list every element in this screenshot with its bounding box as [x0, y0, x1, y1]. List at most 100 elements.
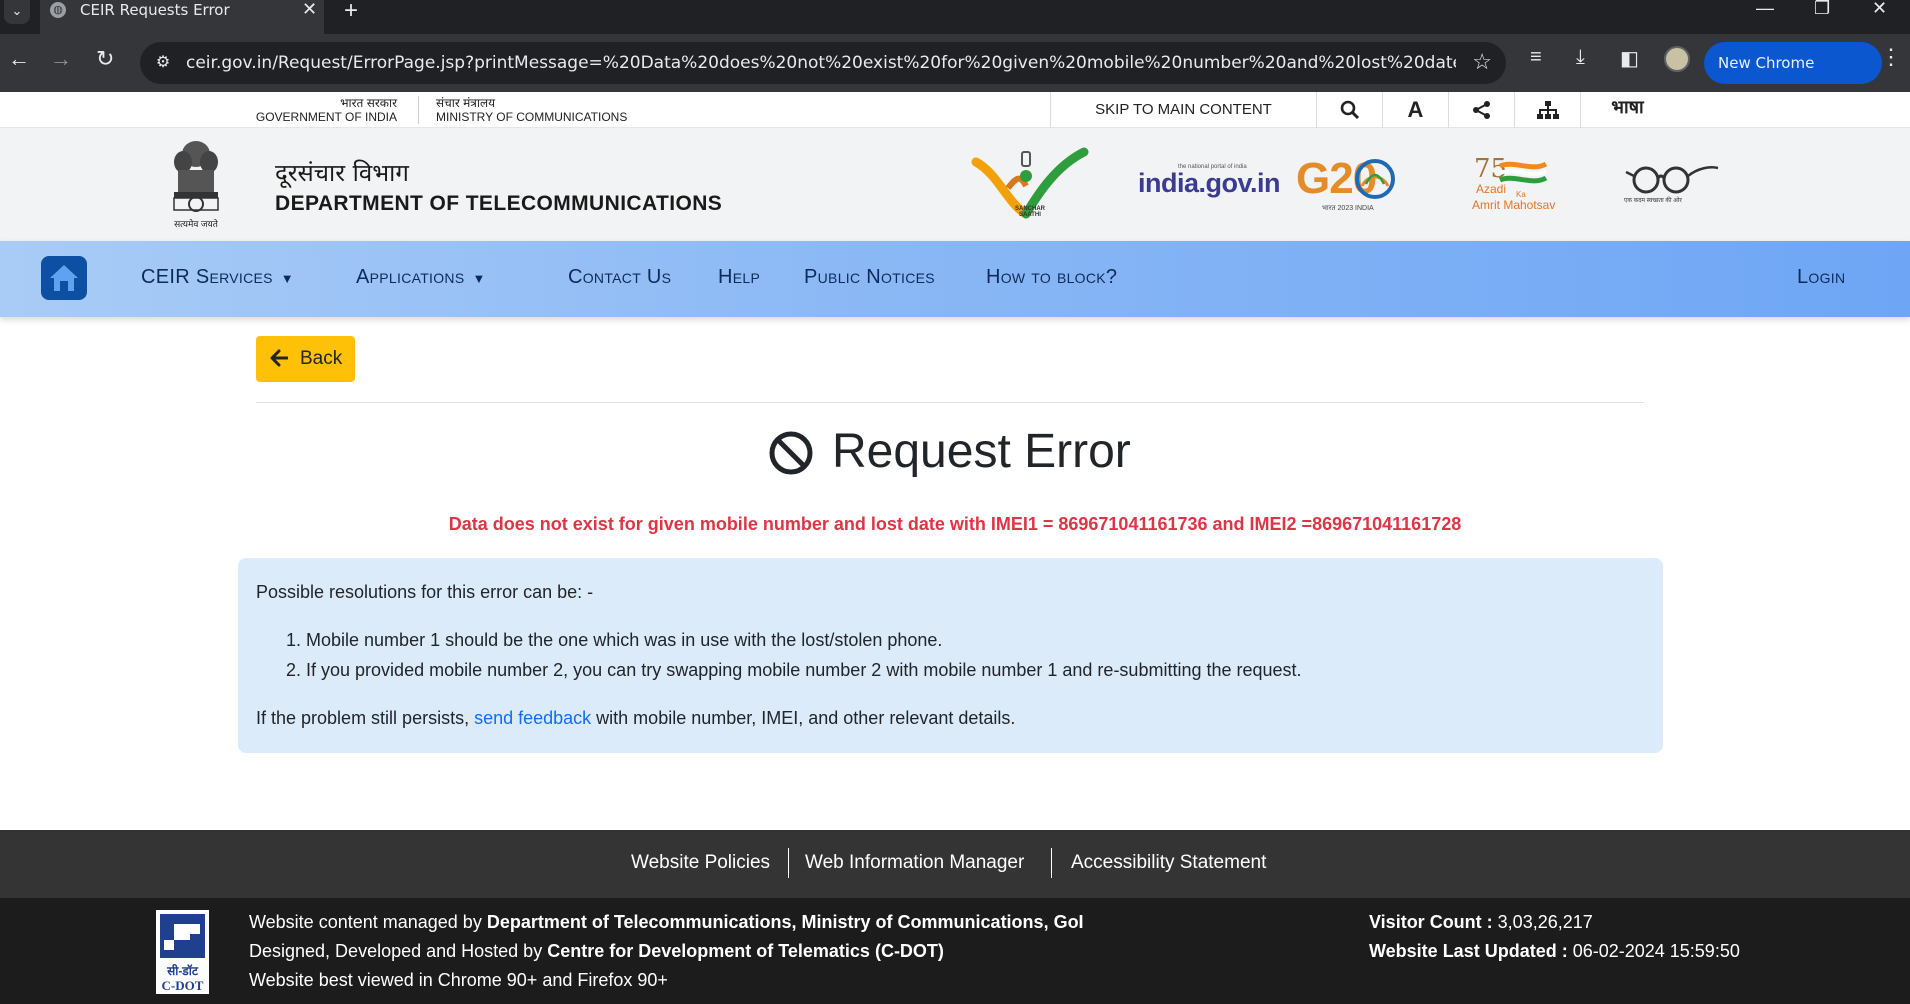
new-chrome-available-button[interactable]: New Chrome available	[1704, 42, 1882, 114]
reload-icon[interactable]: ↻	[96, 46, 114, 72]
updated-value: 06-02-2024 15:59:50	[1572, 941, 1740, 961]
search-icon[interactable]	[1316, 92, 1382, 128]
azadi-text: Azadi	[1476, 182, 1507, 196]
chevron-down-icon: ▼	[280, 271, 294, 286]
designed-prefix: Designed, Developed and Hosted by	[249, 941, 548, 961]
window-close-icon[interactable]: ✕	[1872, 0, 1887, 19]
forward-arrow-icon[interactable]: →	[50, 46, 72, 72]
footer-link-website-policies[interactable]: Website Policies	[631, 852, 770, 874]
new-tab-button[interactable]: +	[344, 0, 358, 25]
send-feedback-link[interactable]: send feedback	[474, 708, 591, 728]
india-gov-logo[interactable]: the national portal of india india.gov.i…	[1138, 164, 1281, 199]
back-arrow-icon[interactable]: ←	[8, 46, 30, 72]
nav-applications-label: Applications	[356, 266, 465, 288]
reading-list-icon[interactable]: ≡	[1530, 46, 1542, 69]
nav-public-notices[interactable]: Public Notices	[804, 266, 935, 289]
more-menu-icon[interactable]: ⋮	[1880, 44, 1902, 70]
emblem-motto: सत्यमेव जयते	[174, 219, 218, 229]
chevron-down-icon: ▼	[472, 271, 486, 286]
profile-avatar[interactable]	[1664, 46, 1690, 72]
designed-by: Designed, Developed and Hosted by Centre…	[249, 941, 944, 962]
ministry-eng: MINISTRY OF COMMUNICATIONS	[436, 110, 628, 124]
back-button[interactable]: Back	[256, 336, 355, 382]
resolution-item: 2. If you provided mobile number 2, you …	[286, 660, 1302, 680]
browser-tab-active[interactable]: ◍ CEIR Requests Error ✕	[40, 0, 324, 34]
gov-separator	[418, 96, 419, 124]
sanchar-saathi-text: SANCHAR SAATHI	[1015, 206, 1045, 218]
g20-logo[interactable]: G20 भारत 2023 INDIA	[1296, 154, 1395, 212]
font-size-icon[interactable]: A	[1382, 92, 1448, 128]
arrow-left-icon	[270, 349, 288, 367]
site-info-icon[interactable]: ⚙	[152, 52, 174, 74]
sitemap-icon[interactable]	[1514, 92, 1580, 128]
footer-links: Website Policies Web Information Manager…	[0, 830, 1910, 898]
india-gov-text: india.gov.in	[1138, 168, 1281, 198]
nav-applications[interactable]: Applications ▼	[356, 266, 486, 289]
dept-name-hindi: दूरसंचार विभाग	[275, 159, 409, 187]
cdot-hindi: सी-डॉट	[167, 964, 198, 978]
content-divider	[256, 402, 1644, 403]
footer-separator	[788, 848, 789, 878]
best-viewed: Website best viewed in Chrome 90+ and Fi…	[249, 970, 668, 990]
side-panel-icon[interactable]: ◧	[1620, 46, 1639, 71]
footer-link-web-information-manager[interactable]: Web Information Manager	[805, 852, 1024, 874]
resolution-item: 1. Mobile number 1 should be the one whi…	[286, 630, 943, 650]
tab-title: CEIR Requests Error	[80, 1, 230, 19]
ministry-of-communications: संचार मंत्रालय MINISTRY OF COMMUNICATION…	[436, 96, 627, 124]
footer-bottom: सी-डॉट C-DOT Website content managed by …	[0, 898, 1910, 1004]
visitor-count: Visitor Count : 3,03,26,217	[1369, 912, 1593, 933]
url-text[interactable]: ceir.gov.in/Request/ErrorPage.jsp?printM…	[186, 53, 1456, 73]
persist-suffix: with mobile number, IMEI, and other rele…	[591, 708, 1016, 728]
nav-help[interactable]: Help	[718, 266, 760, 289]
visitor-value: 3,03,26,217	[1497, 912, 1593, 932]
address-bar[interactable]: ⚙ ceir.gov.in/Request/ErrorPage.jsp?prin…	[140, 42, 1506, 84]
nav-how-to-block[interactable]: How to block?	[986, 266, 1117, 289]
resolutions-intro: Possible resolutions for this error can …	[256, 582, 594, 602]
gov-eng: GOVERNMENT OF INDIA	[255, 110, 397, 124]
sanchar-saathi-logo[interactable]: SANCHAR SAATHI	[968, 144, 1090, 227]
azadi-amrit-text: Amrit Mahotsav	[1472, 198, 1556, 212]
persist-prefix: If the problem still persists,	[256, 708, 475, 728]
close-icon[interactable]: ✕	[302, 0, 317, 20]
home-button[interactable]	[41, 256, 87, 300]
dept-name-english: DEPARTMENT OF TELECOMMUNICATIONS	[275, 192, 723, 215]
nav-login[interactable]: Login	[1797, 266, 1845, 289]
main-navbar: CEIR Services ▼ Applications ▼ Contact Us …	[0, 241, 1910, 317]
download-icon[interactable]: ⤓	[1576, 46, 1585, 69]
managed-prefix: Website content managed by	[249, 912, 487, 932]
swachh-bharat-logo[interactable]: एक कदम स्वच्छता की ओर	[1624, 162, 1720, 204]
error-message: Data does not exist for given mobile num…	[448, 514, 1462, 534]
cdot-logo[interactable]: सी-डॉट C-DOT	[154, 908, 211, 996]
government-of-india: भारत सरकार GOVERNMENT OF INDIA	[254, 96, 397, 124]
back-button-label: Back	[300, 348, 343, 369]
persist-text: If the problem still persists, send feed…	[256, 708, 1015, 729]
language-selector[interactable]: भाषा	[1580, 92, 1674, 128]
managed-bold: Department of Telecommunications, Minist…	[486, 912, 1084, 932]
browser-tabbar: ⌄ ◍ CEIR Requests Error ✕ + — ❐ ✕	[0, 0, 1910, 34]
browser-toolbar: ← → ↻ ⚙ ceir.gov.in/Request/ErrorPage.js…	[0, 34, 1910, 114]
minimize-icon[interactable]: —	[1756, 0, 1774, 19]
share-icon[interactable]	[1448, 92, 1514, 128]
bookmark-star-icon[interactable]: ☆	[1472, 49, 1492, 75]
site-header: सत्यमेव जयते दूरसंचार विभाग DEPARTMENT O…	[0, 128, 1910, 241]
managed-by: Website content managed by Department of…	[249, 912, 1084, 933]
footer-link-accessibility-statement[interactable]: Accessibility Statement	[1071, 852, 1266, 874]
tab-search-button[interactable]: ⌄	[4, 0, 30, 24]
gov-strip: भारत सरकार GOVERNMENT OF INDIA संचार मंत…	[0, 92, 1910, 128]
home-icon	[50, 265, 78, 291]
nav-ceir-services[interactable]: CEIR Services ▼	[141, 266, 294, 289]
g20-subtext: भारत 2023 INDIA	[1322, 205, 1374, 212]
swachh-tagline: एक कदम स्वच्छता की ओर	[1624, 198, 1682, 204]
skip-to-main-content[interactable]: SKIP TO MAIN CONTENT	[1050, 92, 1316, 128]
footer-separator	[1051, 848, 1052, 878]
globe-icon: ◍	[50, 2, 66, 18]
ban-icon	[769, 431, 813, 475]
last-updated: Website Last Updated : 06-02-2024 15:59:…	[1369, 941, 1740, 962]
restore-icon[interactable]: ❐	[1814, 0, 1830, 19]
resolutions-box: Possible resolutions for this error can …	[238, 558, 1663, 753]
ministry-hindi: संचार मंत्रालय	[436, 96, 496, 110]
page-title: Request Error	[832, 425, 1131, 478]
updated-label: Website Last Updated :	[1369, 941, 1573, 961]
nav-contact-us[interactable]: Contact Us	[568, 266, 671, 289]
nav-ceir-services-label: CEIR Services	[141, 266, 273, 288]
